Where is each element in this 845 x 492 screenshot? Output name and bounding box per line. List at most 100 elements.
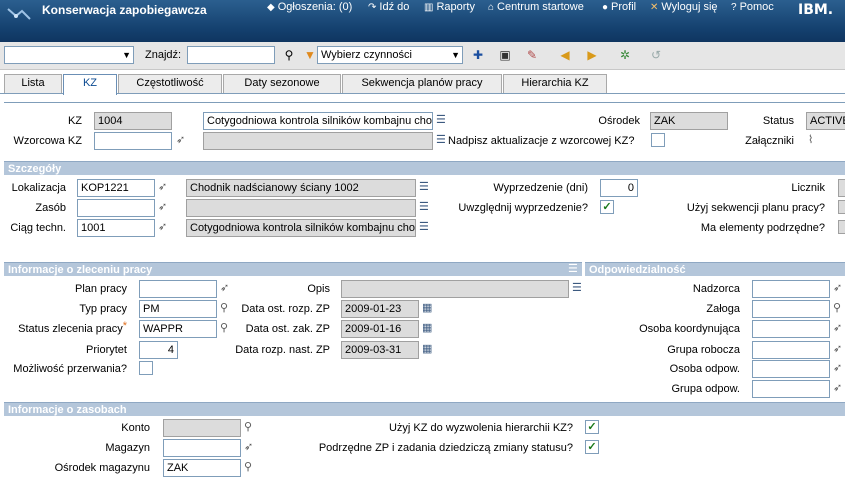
labor-group-field[interactable] [752,341,830,359]
has-children-checkbox[interactable] [838,220,845,234]
search-icon[interactable]: ⚲ [220,301,228,315]
meter-field[interactable] [838,179,845,197]
location-description-field[interactable]: Chodnik nadścianowy ściany 1002 [186,179,416,197]
calendar-icon[interactable]: ▦ [422,342,432,356]
find-input[interactable] [187,46,275,64]
long-description-icon[interactable]: ☰ [572,281,582,295]
paperclip-icon[interactable]: ⌇ [808,133,813,147]
supervisor-field[interactable] [752,280,830,298]
filter-icon[interactable]: ▼ [302,47,318,63]
search-icon[interactable]: ⚲ [244,420,252,434]
storeroom-site-field[interactable]: ZAK [163,459,241,477]
app-title: Konserwacja zapobiegawcza [42,3,207,17]
next-start-date-field[interactable]: 2009-03-31 [341,341,419,359]
long-description-icon[interactable]: ☰ [419,220,429,234]
tab-job-plan-sequence[interactable]: Sekwencja planów pracy [342,74,502,93]
stop-workflow-icon[interactable]: ↺ [648,47,664,63]
description-field[interactable] [341,280,569,298]
storeroom-field[interactable] [163,439,241,457]
detail-menu-icon[interactable]: ➶ [244,440,253,454]
location-field[interactable]: KOP1221 [77,179,155,197]
detail-menu-icon[interactable]: ➶ [158,200,167,214]
section-menu-icon[interactable]: ☰ [568,262,578,276]
work-type-field[interactable]: PM [139,300,217,318]
logout-link[interactable]: ✕ Wyloguj się [650,1,718,13]
details-section-header: Szczegóły [4,161,845,175]
chevron-down-icon: ▼ [451,50,460,60]
account-field[interactable] [163,419,241,437]
asset-description-field[interactable] [186,199,416,217]
tab-frequency[interactable]: Częstotliwość [118,74,222,93]
site-field[interactable]: ZAK [650,112,728,130]
long-description-icon[interactable]: ☰ [436,113,446,127]
template-kz-field[interactable] [94,132,172,150]
wo-status-field[interactable]: WAPPR [139,320,217,338]
use-sequence-checkbox[interactable] [838,200,845,214]
last-end-date-field[interactable]: 2009-01-16 [341,320,419,338]
goto-link[interactable]: ↷ Idź do [368,1,409,13]
children-inherit-checkbox[interactable]: ✓ [585,440,599,454]
owner-field[interactable] [752,360,830,378]
work-type-label: Typ pracy [79,303,127,315]
detail-menu-icon[interactable]: ➶ [158,180,167,194]
search-icon[interactable]: ⚲ [244,460,252,474]
clear-icon[interactable]: ✎ [524,47,540,63]
search-icon[interactable]: ⚲ [220,321,228,335]
priority-field[interactable]: 4 [139,341,178,359]
template-kz-description-field[interactable] [203,132,433,150]
calendar-icon[interactable]: ▦ [422,321,432,335]
overwrite-checkbox[interactable] [651,133,665,147]
next-start-date-label: Data rozp. nast. ZP [235,344,330,356]
responsibility-section-header: Odpowiedzialność [585,262,845,276]
detail-menu-icon[interactable]: ➶ [158,220,167,234]
detail-menu-icon[interactable]: ➶ [833,281,842,295]
calendar-icon[interactable]: ▦ [422,301,432,315]
interruptible-checkbox[interactable] [139,361,153,375]
tab-pm-hierarchy[interactable]: Hierarchia KZ [503,74,607,93]
crew-field[interactable] [752,300,830,318]
use-hierarchy-checkbox[interactable]: ✓ [585,420,599,434]
detail-menu-icon[interactable]: ➶ [220,281,229,295]
detail-menu-icon[interactable]: ➶ [176,133,185,147]
asset-field[interactable] [77,199,155,217]
binoculars-icon[interactable]: ⚲ [281,47,297,63]
job-plan-field[interactable] [139,280,217,298]
kz-description-field[interactable]: Cotygodniowa kontrola silników kombajnu … [203,112,433,130]
reports-link[interactable]: ▥ Raporty [424,1,475,13]
save-icon[interactable]: ▣ [497,47,513,63]
labor-group-label: Grupa robocza [667,344,740,356]
detail-menu-icon[interactable]: ➶ [833,342,842,356]
actions-select[interactable]: Wybierz czynności ▼ [317,46,463,64]
help-link[interactable]: ? Pomoc [731,1,774,13]
route-description-field[interactable]: Cotygodniowa kontrola silników kombajnu … [186,219,416,237]
owner-group-field[interactable] [752,380,830,398]
tab-kz[interactable]: KZ [63,74,117,95]
use-lead-time-checkbox[interactable]: ✓ [600,200,614,214]
profile-link[interactable]: ● Profil [602,1,636,13]
lead-person-field[interactable] [752,320,830,338]
detail-menu-icon[interactable]: ➶ [833,381,842,395]
lead-time-label: Wyprzedzenie (dni) [493,182,588,194]
long-description-icon[interactable]: ☰ [419,200,429,214]
detail-menu-icon[interactable]: ➶ [833,321,842,335]
kz-field[interactable]: 1004 [94,112,172,130]
query-select[interactable]: ▼ [4,46,134,64]
route-workflow-icon[interactable]: ✲ [617,47,633,63]
announcements-link[interactable]: ◆ Ogłoszenia: (0) [267,1,352,13]
long-description-icon[interactable]: ☰ [419,180,429,194]
last-start-date-field[interactable]: 2009-01-23 [341,300,419,318]
route-field[interactable]: 1001 [77,219,155,237]
lead-time-field[interactable]: 0 [600,179,638,197]
tab-seasonal-dates[interactable]: Daty sezonowe [223,74,341,93]
search-icon[interactable]: ⚲ [833,301,841,315]
new-record-icon[interactable]: ✚ [470,47,486,63]
detail-menu-icon[interactable]: ➶ [833,361,842,375]
help-icon: ? [731,2,737,13]
status-field[interactable]: ACTIVE [806,112,845,130]
start-center-link[interactable]: ⌂ Centrum startowe [488,1,584,13]
app-logo-icon [7,8,31,20]
previous-record-icon[interactable]: ◀ [557,47,573,63]
long-description-icon[interactable]: ☰ [436,133,446,147]
tab-list[interactable]: Lista [4,74,62,93]
next-record-icon[interactable]: ▶ [584,47,600,63]
